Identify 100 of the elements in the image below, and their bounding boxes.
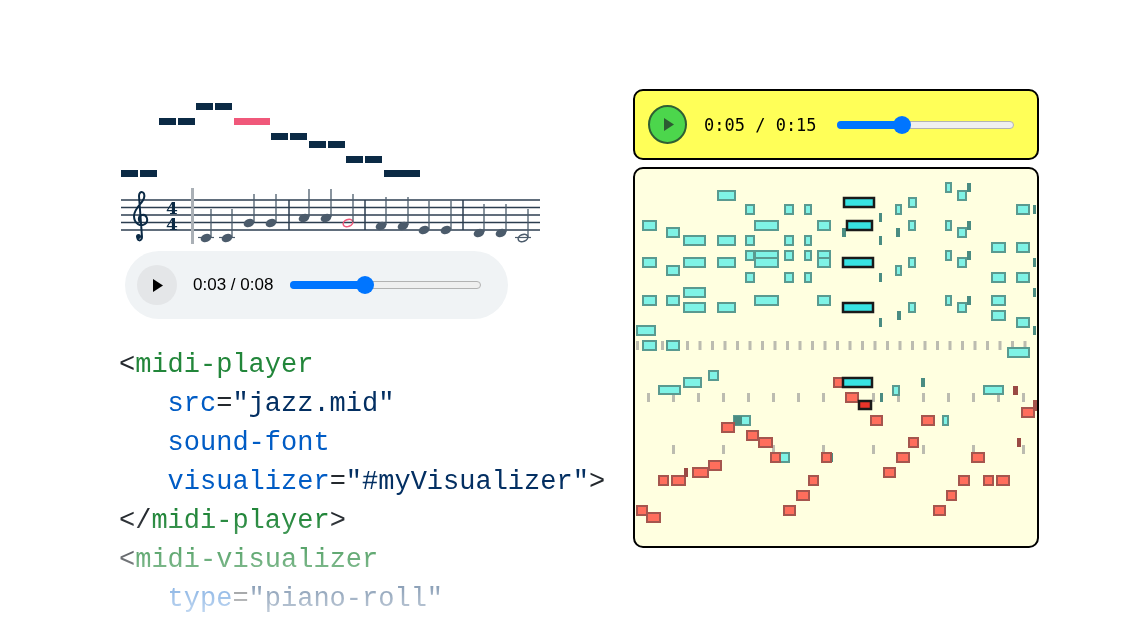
slider-thumb[interactable] (893, 115, 912, 134)
drum-hit-mark (872, 445, 875, 454)
note-block (804, 204, 812, 215)
note-block (1016, 317, 1030, 328)
note-block (895, 265, 902, 276)
note-block (897, 311, 901, 320)
drum-hit-mark (661, 341, 664, 350)
code-line: sound-font (167, 427, 330, 460)
music-note (418, 200, 430, 235)
active-note (841, 301, 875, 314)
note-block (642, 295, 657, 306)
note-block (770, 452, 781, 463)
note-block (1016, 272, 1030, 283)
note-block (896, 452, 910, 463)
note-block (636, 505, 648, 516)
drum-hit-mark (647, 393, 650, 402)
note-block (845, 392, 859, 403)
note-block (945, 295, 952, 306)
note-block (745, 272, 755, 283)
note-block (958, 475, 970, 486)
note-block (991, 310, 1006, 321)
note-block (745, 235, 755, 246)
note-block (983, 385, 1004, 395)
note-block (817, 257, 831, 268)
treble-clef-icon (133, 191, 149, 242)
music-note (375, 196, 387, 231)
note-block (908, 220, 916, 231)
note-block (708, 370, 719, 381)
note-block (908, 437, 919, 448)
drum-hit-mark (722, 393, 725, 402)
note-block (642, 340, 657, 351)
drum-hit-mark (922, 445, 925, 454)
note-bar (309, 141, 326, 148)
play-button[interactable] (137, 265, 177, 305)
music-note (218, 208, 236, 243)
note-bar (290, 133, 307, 140)
note-block (745, 204, 755, 215)
play-icon (664, 118, 674, 131)
music-note (397, 196, 409, 231)
note-block (892, 385, 900, 396)
note-block (666, 340, 680, 351)
note-bar (121, 170, 138, 177)
note-bar (140, 170, 157, 177)
note-block (991, 295, 1006, 306)
note-block (683, 235, 706, 246)
note-block (683, 257, 706, 268)
music-note (342, 193, 354, 228)
seek-slider[interactable] (290, 276, 482, 294)
note-block (1007, 347, 1030, 358)
note-block (708, 460, 722, 471)
drum-hit-mark (822, 393, 825, 402)
note-bar (328, 141, 345, 148)
note-block (945, 220, 952, 231)
note-block (758, 437, 773, 448)
code-line: visualizer="#myVisualizer"> (167, 466, 606, 499)
note-bar (365, 156, 382, 163)
note-block (642, 220, 657, 231)
music-note (320, 188, 332, 223)
drum-hit-mark (747, 393, 750, 402)
active-note (845, 219, 874, 232)
drum-hit-mark (922, 393, 925, 402)
note-block (1013, 386, 1018, 395)
code-line: </midi-player> (119, 505, 346, 538)
note-block (879, 273, 882, 282)
note-block (683, 287, 706, 298)
note-block (754, 220, 779, 231)
seek-slider[interactable] (836, 115, 1014, 134)
note-block (996, 475, 1010, 486)
code-line: <midi-visualizer (119, 544, 379, 577)
music-note (298, 188, 310, 223)
music-note (440, 200, 452, 235)
active-note (842, 196, 876, 209)
note-block (879, 213, 882, 222)
music-note (197, 208, 215, 243)
note-block (945, 250, 952, 261)
note-block (908, 197, 917, 208)
note-block (983, 475, 994, 486)
note-block (908, 302, 916, 313)
note-bar (178, 118, 195, 125)
note-block (692, 467, 709, 478)
drum-hit-mark (797, 393, 800, 402)
note-block (870, 415, 883, 426)
note-block (808, 475, 819, 486)
note-block (921, 415, 935, 426)
note-block (1016, 242, 1030, 253)
drum-hit-mark (872, 393, 875, 402)
code-line: src="jazz.mid" (167, 388, 395, 421)
note-block (933, 505, 946, 516)
drum-hit-mark (722, 445, 725, 454)
slider-thumb[interactable] (355, 276, 374, 294)
note-block (804, 235, 812, 246)
note-block (804, 272, 812, 283)
play-button[interactable] (648, 105, 687, 144)
note-block (646, 512, 661, 523)
time-display: 0:03 / 0:08 (193, 275, 274, 295)
playhead-cursor (191, 188, 194, 244)
note-bar (196, 103, 213, 110)
note-bar (384, 170, 420, 177)
active-note (841, 256, 875, 269)
active-note (841, 376, 874, 389)
